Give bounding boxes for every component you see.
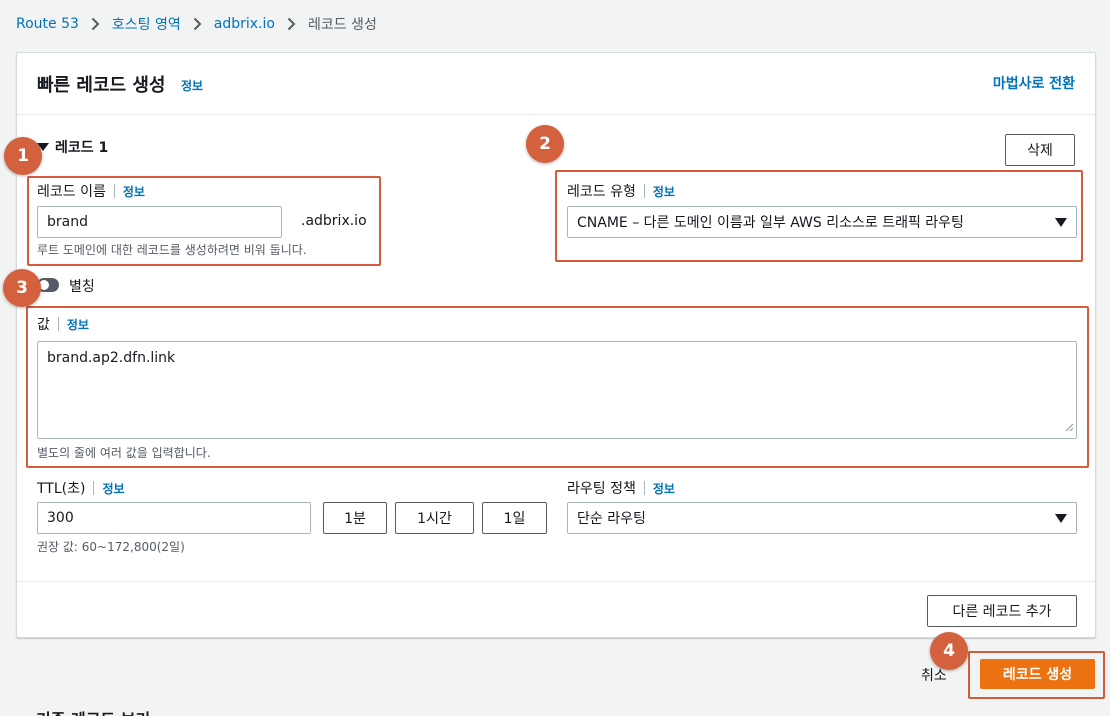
label-divider (93, 481, 95, 495)
breadcrumb: Route 53 호스팅 영역 adbrix.io 레코드 생성 (16, 14, 377, 34)
routing-policy-value: 단순 라우팅 (577, 511, 646, 527)
breadcrumb-hosted-zones[interactable]: 호스팅 영역 (112, 14, 181, 34)
routing-policy-label: 라우팅 정책 정보 (567, 478, 675, 498)
ttl-label: TTL(초) 정보 (37, 478, 125, 498)
ttl-1min-button[interactable]: 1분 (323, 502, 387, 534)
highlight-create-button (968, 651, 1105, 699)
chevron-right-icon (287, 17, 296, 31)
routing-policy-select[interactable]: 단순 라우팅 (567, 502, 1077, 534)
breadcrumb-route53[interactable]: Route 53 (16, 16, 79, 32)
highlight-record-name (27, 176, 381, 266)
annotation-badge-3: 3 (3, 269, 41, 307)
delete-button[interactable]: 삭제 (1005, 134, 1075, 166)
record-1-heading: 레코드 1 (55, 140, 109, 156)
ttl-hint: 권장 값: 60~172,800(2일) (37, 540, 185, 554)
ttl-label-text: TTL(초) (37, 481, 86, 497)
ttl-1day-button[interactable]: 1일 (482, 502, 547, 534)
page-title: 빠른 레코드 생성 (37, 75, 166, 96)
title-info-link[interactable]: 정보 (181, 77, 203, 94)
highlight-value (26, 306, 1089, 468)
breadcrumb-zone[interactable]: adbrix.io (214, 16, 275, 32)
breadcrumb-current: 레코드 생성 (307, 17, 377, 33)
ttl-1hour-button[interactable]: 1시간 (395, 502, 474, 534)
switch-to-wizard-link[interactable]: 마법사로 전환 (993, 73, 1075, 93)
record-1-expander[interactable]: 레코드 1 (37, 137, 108, 157)
panel-header: 빠른 레코드 생성 정보 마법사로 전환 (17, 53, 1095, 115)
panel-divider (17, 581, 1095, 582)
next-section-title: 기존 레코드 보기 (36, 706, 150, 716)
alias-label: 별칭 (69, 279, 95, 295)
ttl-input[interactable]: 300 (37, 502, 311, 534)
chevron-right-icon (193, 17, 202, 31)
label-divider (643, 481, 645, 495)
add-another-record-button[interactable]: 다른 레코드 추가 (927, 595, 1077, 627)
ttl-info-link[interactable]: 정보 (102, 480, 124, 497)
highlight-record-type (555, 170, 1083, 262)
annotation-badge-2: 2 (526, 125, 564, 163)
annotation-badge-1: 1 (4, 137, 42, 175)
annotation-badge-4: 4 (930, 632, 968, 670)
caret-down-icon (1055, 513, 1067, 523)
routing-policy-info-link[interactable]: 정보 (653, 480, 675, 497)
chevron-right-icon (91, 17, 100, 31)
routing-policy-label-text: 라우팅 정책 (567, 481, 636, 497)
